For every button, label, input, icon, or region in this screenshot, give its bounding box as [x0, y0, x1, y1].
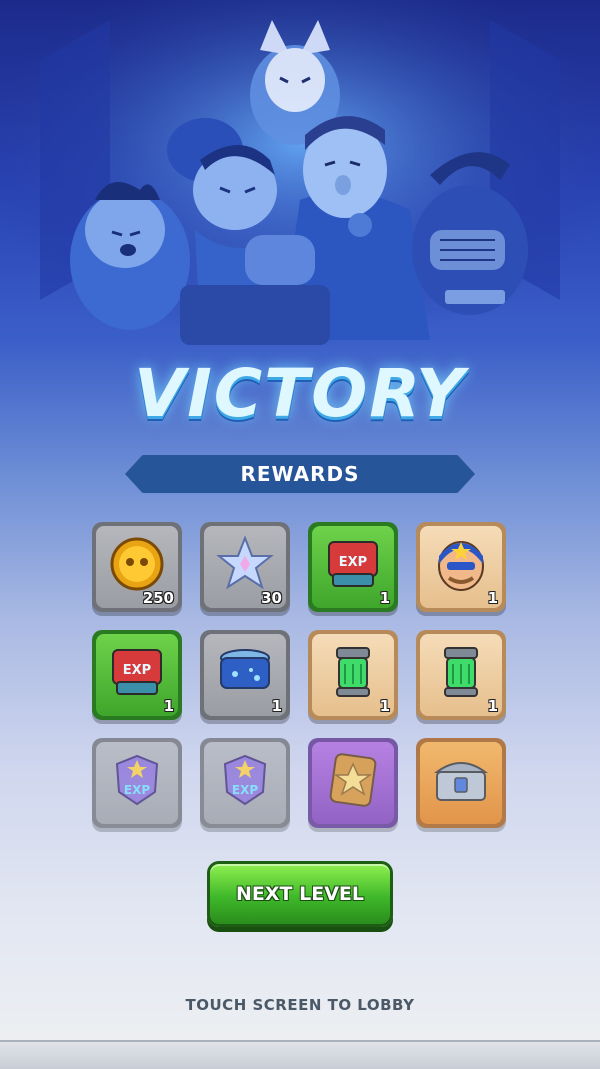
- green-energy-capsule-icon: [444, 647, 478, 697]
- reward-count: 1: [163, 697, 174, 715]
- reward-count: 250: [142, 589, 174, 607]
- reward-tile[interactable]: 30: [200, 522, 290, 612]
- svg-text:EXP: EXP: [123, 663, 151, 678]
- blue-chest-icon: [220, 649, 270, 689]
- hero-illustration: [0, 0, 600, 360]
- rewards-header: REWARDS: [240, 462, 360, 486]
- next-level-button[interactable]: NEXT LEVEL: [207, 861, 393, 927]
- svg-text:EXP: EXP: [339, 555, 367, 570]
- exp-card-icon: EXP: [112, 649, 162, 695]
- svg-text:EXP: EXP: [232, 783, 258, 797]
- hero-group-illustration-icon: [0, 0, 600, 360]
- reward-count: 1: [487, 697, 498, 715]
- rewards-grid: 250 30 EXP 1 1 EXP 1 1 1 1 EXP EXP: [92, 522, 508, 828]
- metal-chest-icon: [433, 762, 489, 801]
- reward-tile[interactable]: EXP 1: [308, 522, 398, 612]
- reward-tile[interactable]: 1: [416, 630, 506, 720]
- reward-count: 1: [487, 589, 498, 607]
- reward-count: 1: [271, 697, 282, 715]
- green-energy-capsule-icon: [336, 647, 370, 697]
- reward-count: 1: [379, 697, 390, 715]
- rewards-banner: REWARDS: [125, 455, 475, 493]
- reward-tile[interactable]: 1: [416, 522, 506, 612]
- svg-text:EXP: EXP: [124, 783, 150, 797]
- star-card-icon: [329, 753, 377, 807]
- exp-card-icon: EXP: [328, 541, 378, 587]
- exp-badge-icon: EXP: [223, 754, 267, 806]
- reward-tile[interactable]: EXP: [200, 738, 290, 828]
- coin-icon: [110, 537, 164, 591]
- victory-title: VICTORY: [134, 355, 466, 432]
- masked-hero-portrait-icon: [438, 541, 484, 591]
- bottom-frame: [0, 1040, 600, 1069]
- reward-tile[interactable]: EXP: [92, 738, 182, 828]
- reward-tile[interactable]: 250: [92, 522, 182, 612]
- reward-tile[interactable]: EXP 1: [92, 630, 182, 720]
- next-level-label: NEXT LEVEL: [236, 883, 364, 905]
- star-gem-icon: [216, 535, 274, 590]
- reward-tile[interactable]: [308, 738, 398, 828]
- reward-count: 1: [379, 589, 390, 607]
- reward-tile[interactable]: 1: [200, 630, 290, 720]
- reward-tile[interactable]: 1: [308, 630, 398, 720]
- touch-to-lobby-hint[interactable]: TOUCH SCREEN TO LOBBY: [0, 996, 600, 1014]
- reward-tile[interactable]: [416, 738, 506, 828]
- reward-count: 30: [261, 589, 282, 607]
- exp-badge-icon: EXP: [115, 754, 159, 806]
